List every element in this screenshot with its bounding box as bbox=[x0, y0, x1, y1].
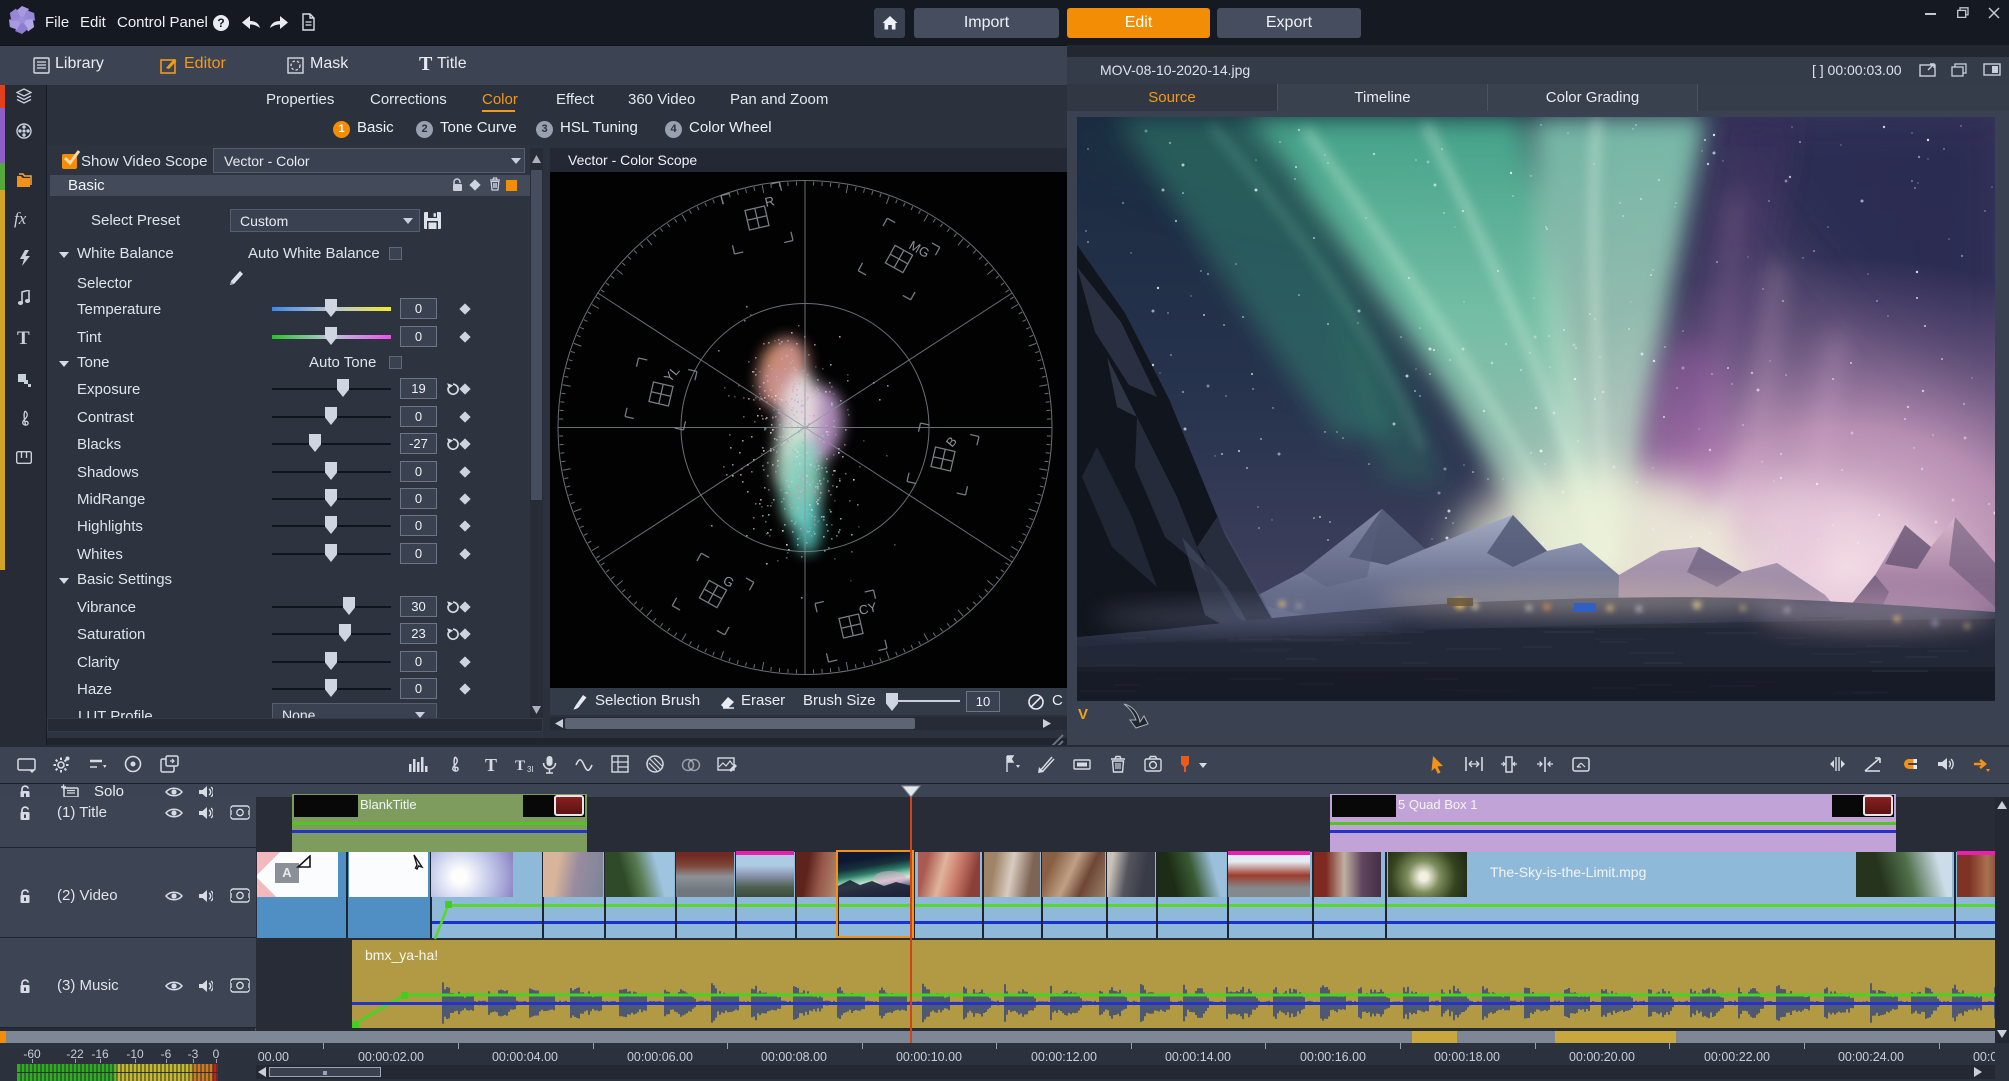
svg-text:CY: CY bbox=[857, 599, 878, 618]
svg-text:T: T bbox=[485, 755, 497, 775]
svg-text:R: R bbox=[763, 193, 776, 210]
svg-text:YL: YL bbox=[661, 363, 683, 385]
svg-text:?: ? bbox=[217, 16, 224, 30]
svg-text:MG: MG bbox=[907, 238, 933, 261]
svg-text:T: T bbox=[515, 758, 525, 774]
svg-text:B: B bbox=[943, 434, 960, 450]
svg-text:3D: 3D bbox=[527, 765, 533, 774]
